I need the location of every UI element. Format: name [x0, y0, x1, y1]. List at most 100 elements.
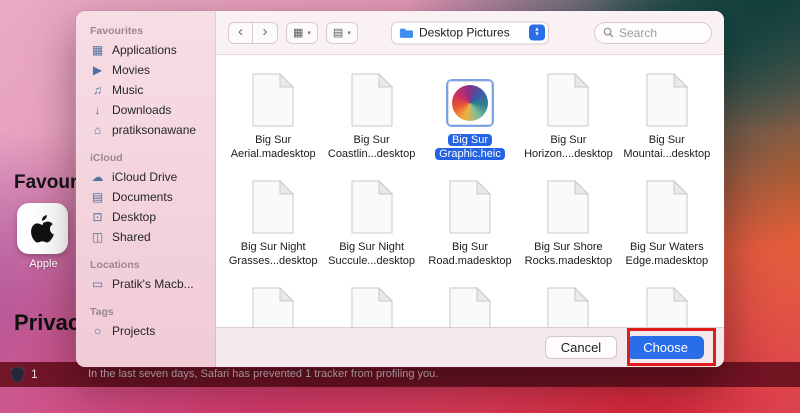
location-dropdown[interactable]: Desktop Pictures ▲▼ — [391, 21, 549, 44]
file-item-big-sur-night-succule-desktop[interactable]: Big Sur NightSuccule...desktop — [322, 176, 420, 283]
file-item-partial[interactable] — [322, 283, 420, 327]
search-input[interactable] — [619, 26, 703, 40]
sidebar-item-music[interactable]: ♫ Music — [76, 80, 215, 100]
file-item-big-sur-mountai-desktop[interactable]: Big SurMountai...desktop — [618, 69, 716, 176]
sidebar-section-title: Tags — [76, 306, 215, 321]
location-dropdown-value: Desktop Pictures — [419, 26, 523, 40]
sidebar-item-icloud-drive[interactable]: ☁ iCloud Drive — [76, 167, 215, 187]
document-icon — [351, 176, 393, 234]
file-item-big-sur-road-madesktop[interactable]: Big SurRoad.madesktop — [421, 176, 519, 283]
sidebar-item-pratiksonawane[interactable]: ⌂pratiksonawane — [76, 120, 215, 140]
sidebar-section-tags: Tags ○ Projects — [76, 306, 215, 341]
file-name: Big Sur NightGrasses...desktop — [229, 240, 318, 268]
tag-circle-icon: ○ — [90, 324, 105, 338]
file-item-big-sur-graphic-heic[interactable]: Big SurGraphic.heic — [421, 69, 519, 176]
music-icon: ♫ — [90, 83, 105, 97]
icon-view-button[interactable]: ▦ ▾ — [286, 22, 318, 44]
file-item-big-sur-night-grasses-desktop[interactable]: Big Sur NightGrasses...desktop — [224, 176, 322, 283]
sidebar-item-label: Documents — [112, 190, 173, 204]
document-icon — [646, 176, 688, 234]
icloud-drive-icon: ☁ — [90, 170, 105, 184]
document-icon — [547, 283, 589, 327]
selected-file-thumbnail — [446, 69, 494, 127]
sidebar-section-favourites: Favourites▦Applications ▶ Movies ♫ Music ↓ Dow… — [76, 25, 215, 140]
document-icon — [351, 283, 393, 327]
file-item-big-sur-aerial-madesktop[interactable]: Big SurAerial.madesktop — [224, 69, 322, 176]
home-icon: ⌂ — [90, 123, 105, 137]
file-open-dialog: Favourites▦Applications ▶ Movies ♫ Music ↓ Dow… — [75, 10, 725, 368]
file-name: Big SurRoad.madesktop — [428, 240, 511, 268]
sidebar-item-documents[interactable]: ▤ Documents — [76, 187, 215, 207]
apple-favorite-tile[interactable]: Apple — [17, 203, 70, 270]
sidebar-item-pratik-s-macb[interactable]: ▭Pratik's Macb... — [76, 274, 215, 294]
chevron-down-icon: ▾ — [307, 29, 311, 37]
movies-icon: ▶ — [90, 63, 105, 77]
folder-icon — [399, 27, 413, 38]
document-icon — [547, 69, 589, 127]
background-favourites-text: Favour — [14, 172, 77, 194]
image-thumbnail — [448, 81, 492, 125]
document-icon — [449, 176, 491, 234]
sidebar-item-label: Pratik's Macb... — [112, 277, 194, 291]
sidebar-sections: Favourites▦Applications ▶ Movies ♫ Music ↓ Dow… — [76, 25, 215, 341]
apple-tile-label: Apple — [17, 258, 70, 270]
file-name: Big SurAerial.madesktop — [231, 133, 316, 161]
cancel-button[interactable]: Cancel — [545, 336, 617, 359]
search-icon — [603, 27, 614, 38]
sidebar-item-label: Desktop — [112, 210, 156, 224]
sidebar-section-locations: Locations▭Pratik's Macb... — [76, 259, 215, 294]
sidebar-item-label: Movies — [112, 63, 150, 77]
group-view-button[interactable]: ▤ ▾ — [326, 22, 358, 44]
sidebar-section-title: iCloud — [76, 152, 215, 167]
document-icon — [646, 283, 688, 327]
back-button[interactable]: ‹ — [228, 22, 253, 44]
sidebar-section-icloud: iCloud ☁ iCloud Drive ▤ Documents ⊡ Desktop ◫ Sh… — [76, 152, 215, 247]
sidebar-item-shared[interactable]: ◫ Shared — [76, 227, 215, 247]
sidebar-item-label: iCloud Drive — [112, 170, 177, 184]
file-item-partial[interactable] — [519, 283, 617, 327]
sidebar-section-title: Locations — [76, 259, 215, 274]
downloads-icon: ↓ — [90, 103, 105, 117]
dialog-main: ‹ › ▦ ▾ ▤ ▾ Desktop Pi — [216, 11, 724, 367]
sidebar-item-label: Downloads — [112, 103, 171, 117]
file-item-partial[interactable] — [421, 283, 519, 327]
file-name: Big SurHorizon....desktop — [524, 133, 613, 161]
sidebar: Favourites▦Applications ▶ Movies ♫ Music ↓ Dow… — [76, 11, 216, 367]
selection-highlight — [446, 79, 494, 127]
sidebar-item-label: Music — [112, 83, 143, 97]
file-item-big-sur-horizon-desktop[interactable]: Big SurHorizon....desktop — [519, 69, 617, 176]
sidebar-item-movies[interactable]: ▶ Movies — [76, 60, 215, 80]
applications-icon: ▦ — [90, 43, 105, 57]
file-name: Big SurCoastlin...desktop — [328, 133, 415, 161]
bigsur-graphic-icon — [452, 85, 488, 121]
nav-button-group: ‹ › — [228, 22, 278, 44]
forward-button[interactable]: › — [253, 22, 278, 44]
sidebar-item-projects[interactable]: ○ Projects — [76, 321, 215, 341]
document-icon — [547, 176, 589, 234]
file-name: Big Sur NightSuccule...desktop — [328, 240, 415, 268]
shield-icon — [10, 366, 25, 383]
file-item-big-sur-waters-edge-madesktop[interactable]: Big Sur WatersEdge.madesktop — [618, 176, 716, 283]
shared-folder-icon: ◫ — [90, 230, 105, 244]
file-item-partial[interactable] — [618, 283, 716, 327]
file-item-partial[interactable] — [224, 283, 322, 327]
sidebar-section-title: Favourites — [76, 25, 215, 40]
sidebar-item-label: Shared — [112, 230, 151, 244]
document-icon — [351, 69, 393, 127]
apple-logo-icon — [17, 203, 68, 254]
screen: Favour Apple Privacy 1 In the last seven… — [0, 0, 800, 413]
documents-icon: ▤ — [90, 190, 105, 204]
search-field[interactable] — [594, 22, 712, 44]
document-icon — [449, 283, 491, 327]
file-item-big-sur-shore-rocks-madesktop[interactable]: Big Sur ShoreRocks.madesktop — [519, 176, 617, 283]
sidebar-item-label: Projects — [112, 324, 155, 338]
tracker-count: 1 — [31, 367, 38, 381]
sidebar-item-downloads[interactable]: ↓ Downloads — [76, 100, 215, 120]
sidebar-item-desktop[interactable]: ⊡ Desktop — [76, 207, 215, 227]
file-item-big-sur-coastlin-desktop[interactable]: Big SurCoastlin...desktop — [322, 69, 420, 176]
desktop-icon: ⊡ — [90, 210, 105, 224]
sidebar-item-applications[interactable]: ▦Applications — [76, 40, 215, 60]
dropdown-arrows-icon: ▲▼ — [529, 25, 545, 41]
file-name: Big Sur ShoreRocks.madesktop — [525, 240, 612, 268]
document-icon — [252, 283, 294, 327]
